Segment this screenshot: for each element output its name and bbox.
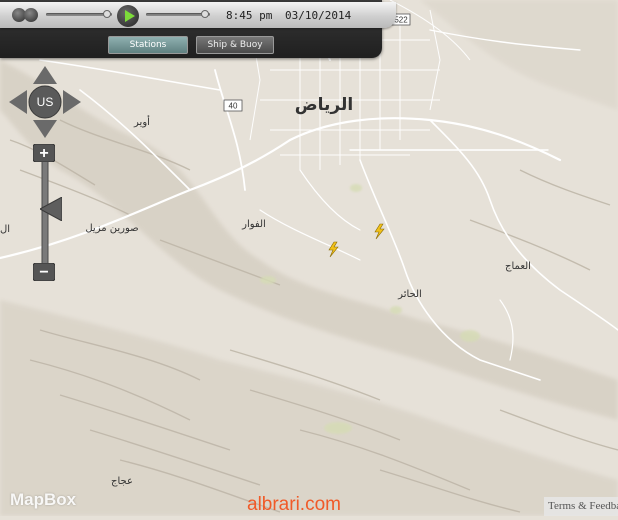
pan-center-label: US (37, 95, 54, 109)
time-display: 8:45 pm (226, 9, 273, 22)
pan-down-icon[interactable] (33, 120, 57, 138)
zoom-out-label: − (39, 264, 48, 281)
tab-ship-buoy[interactable]: Ship & Buoy (196, 36, 274, 54)
route-shield-40: 40 (223, 99, 243, 112)
tab-stations[interactable]: Stations (108, 36, 188, 54)
speed-slider-knob[interactable] (201, 10, 209, 18)
mapbox-logo[interactable]: MapBox (10, 490, 76, 510)
route-shield-40-label: 40 (229, 102, 238, 111)
route-shield-522-label: 522 (394, 16, 408, 25)
watermark-text: albrari.com (247, 494, 341, 515)
step-back-icon[interactable] (24, 8, 38, 22)
date-display: 03/10/2014 (285, 9, 352, 22)
pan-left-icon[interactable] (9, 90, 27, 114)
pan-up-icon[interactable] (33, 66, 57, 84)
place-label-owaina: أوير (133, 115, 150, 128)
play-button[interactable] (117, 5, 139, 27)
zoom-in-label: + (39, 145, 48, 162)
zoom-out-button[interactable]: − (33, 263, 55, 281)
place-label-hair: الحائر (397, 289, 422, 300)
timeline-slider-knob[interactable] (103, 10, 111, 18)
zoom-level-handle[interactable] (40, 197, 62, 221)
pan-control[interactable]: US (9, 66, 81, 138)
timeline-bar: 8:45 pm 03/10/2014 (0, 2, 396, 28)
place-label-ammaj: العماج (505, 261, 531, 272)
place-label-edge: ال (0, 224, 10, 235)
place-label-riyadh: الرياض (295, 95, 353, 115)
place-label-fawwar: الفوار (241, 219, 266, 230)
place-label-soura: صورين مزيل (85, 223, 138, 234)
terms-link[interactable]: Terms & Feedback (544, 497, 618, 516)
map-canvas[interactable]: 40 522 الرياض أوير الفوار صورين مزيل الح… (0, 0, 618, 516)
zoom-in-button[interactable]: + (33, 144, 55, 162)
place-label-ajaj: عجاج (111, 476, 133, 487)
pan-right-icon[interactable] (63, 90, 81, 114)
